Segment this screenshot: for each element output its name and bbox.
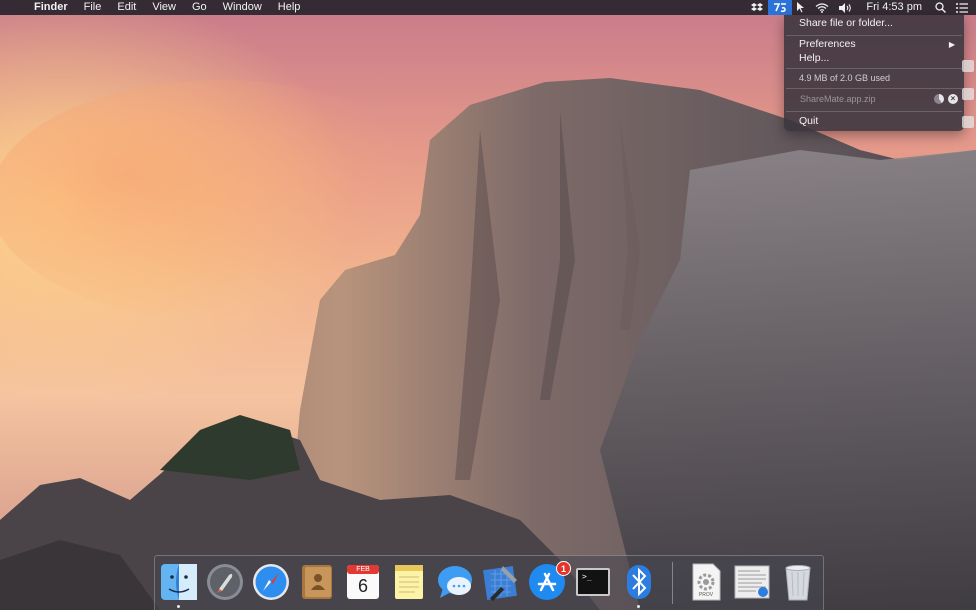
bluetooth-icon	[627, 565, 651, 599]
menu-go[interactable]: Go	[184, 0, 215, 15]
dock-provisioning-profile[interactable]: PROV	[686, 562, 726, 602]
dock-messages[interactable]	[435, 562, 475, 602]
launchpad-icon	[207, 564, 243, 600]
upload-progress-icon	[934, 94, 944, 104]
dock: FEB 6 1 >_ PROV	[154, 555, 824, 610]
desktop-item-fragment[interactable]	[962, 60, 974, 72]
menu-separator	[786, 111, 962, 112]
running-indicator	[637, 605, 640, 608]
calendar-day: 6	[357, 576, 368, 596]
sharemate-icon[interactable]	[768, 0, 793, 15]
volume-icon[interactable]	[834, 0, 858, 15]
help-menu-item[interactable]: Help...	[799, 52, 829, 65]
menu-edit[interactable]: Edit	[109, 0, 144, 15]
dock-xcode[interactable]	[481, 562, 521, 602]
notes-icon	[395, 565, 423, 599]
app-menu-finder[interactable]: Finder	[26, 0, 76, 15]
xcode-icon	[483, 566, 517, 602]
dock-terminal[interactable]: >_	[573, 562, 613, 602]
dock-launchpad[interactable]	[205, 562, 245, 602]
dock-contacts[interactable]	[297, 562, 337, 602]
dock-trash[interactable]	[778, 562, 818, 602]
storage-usage-text: 4.9 MB of 2.0 GB used	[799, 73, 891, 83]
terminal-prompt: >_	[582, 572, 592, 581]
finder-icon	[161, 564, 197, 600]
menu-separator	[786, 68, 962, 69]
menu-separator	[786, 35, 962, 36]
upload-file-name: ShareMate.app.zip	[800, 94, 876, 104]
dock-safari[interactable]	[251, 562, 291, 602]
sharemate-menu: Share file or folder... Preferences ▶ He…	[784, 15, 964, 131]
running-indicator	[177, 605, 180, 608]
preferences-label: Preferences	[799, 38, 856, 50]
notification-center-icon[interactable]	[951, 0, 976, 15]
menu-help[interactable]: Help	[270, 0, 309, 15]
cursor-icon[interactable]	[792, 0, 810, 15]
dock-notes[interactable]	[389, 562, 429, 602]
app-store-update-badge: 1	[556, 561, 571, 576]
quit-menu-item[interactable]: Quit	[799, 115, 818, 128]
menu-window[interactable]: Window	[215, 0, 270, 15]
prov-label: PROV	[698, 592, 714, 598]
menu-file[interactable]: File	[76, 0, 110, 15]
messages-icon	[438, 566, 472, 598]
submenu-arrow-icon: ▶	[948, 40, 955, 49]
terminal-icon	[576, 568, 610, 596]
contacts-icon	[302, 565, 332, 599]
calendar-month: FEB	[356, 566, 370, 573]
share-file-menu-item[interactable]: Share file or folder...	[799, 17, 893, 30]
safari-icon	[253, 564, 289, 600]
menu-separator	[786, 88, 962, 89]
spotlight-icon[interactable]	[930, 0, 951, 15]
menubar-clock[interactable]: Fri 4:53 pm	[858, 0, 930, 15]
preferences-menu-item[interactable]: Preferences	[799, 38, 856, 51]
menu-bar: Finder File Edit View Go Window Help Fri…	[0, 0, 976, 15]
dock-separator	[672, 562, 673, 604]
wifi-icon[interactable]	[810, 0, 834, 15]
desktop-item-fragment[interactable]	[962, 116, 974, 128]
cancel-upload-icon[interactable]: ×	[948, 94, 958, 104]
dock-calendar[interactable]: FEB 6	[343, 562, 383, 602]
menu-view[interactable]: View	[144, 0, 184, 15]
document-icon	[734, 565, 770, 599]
dropbox-icon[interactable]	[746, 0, 768, 15]
status-area: Fri 4:53 pm	[746, 0, 976, 15]
dock-bluetooth-file-exchange[interactable]	[619, 562, 659, 602]
trash-icon	[785, 565, 811, 601]
dock-document[interactable]	[732, 562, 772, 602]
desktop-item-fragment[interactable]	[962, 88, 974, 100]
dock-finder[interactable]	[159, 562, 199, 602]
